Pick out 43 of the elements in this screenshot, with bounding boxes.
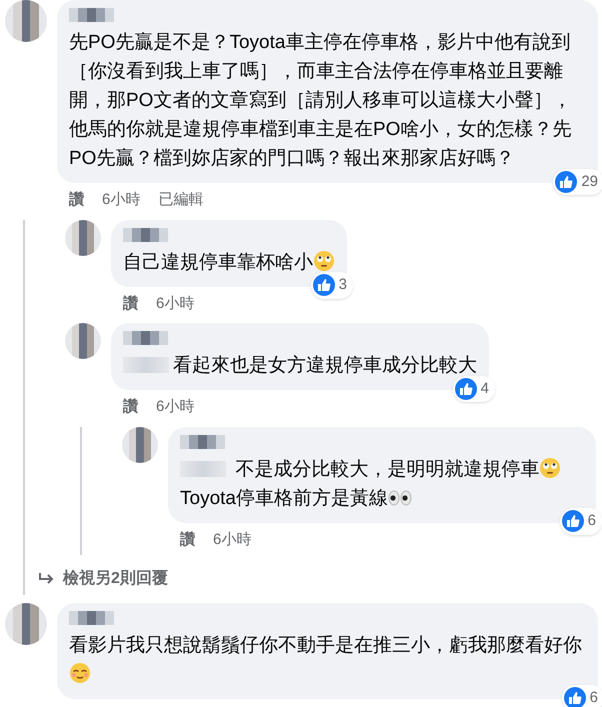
reaction-badge[interactable]: 3 — [310, 272, 353, 298]
thumbs-up-icon — [454, 378, 477, 400]
blurred-name — [123, 331, 168, 345]
reaction-count: 29 — [581, 172, 598, 192]
blurred-name — [69, 611, 114, 625]
timestamp-link[interactable]: 6小時 — [156, 292, 194, 315]
like-link[interactable]: 讚 — [180, 528, 195, 551]
timestamp-link[interactable]: 6小時 — [213, 528, 252, 551]
thumbs-up-icon — [564, 686, 586, 707]
thumbs-up-icon — [555, 170, 578, 193]
like-link[interactable]: 讚 — [123, 396, 138, 418]
reply-arrow-icon — [37, 572, 55, 586]
edited-label: 已編輯 — [158, 190, 204, 210]
blurred-name — [123, 228, 168, 242]
blurred-name — [180, 434, 225, 448]
reaction-count: 6 — [590, 688, 598, 707]
thumbs-up-icon — [312, 274, 335, 296]
blurred-name — [69, 8, 114, 22]
avatar[interactable] — [122, 426, 158, 462]
reaction-badge[interactable]: 29 — [553, 168, 602, 195]
rolling-eyes-emoji-icon — [539, 456, 562, 478]
blurred-mention — [123, 357, 169, 373]
comment-text: 先PO先贏是不是？Toyota車主停在停車格，影片中他有說到［你沒看到我上車了嗎］，而車主合法停在停車格並且要離開，那PO文者的文章寫到［請別人移車可以這樣大小聲］，他馬的你就是違規停車檔到車主是在PO啥小，女的怎樣？先PO先贏？檔到妳店家的門口嗎？報出來那家店好嗎？ — [69, 31, 572, 171]
timestamp-link[interactable]: 6小時 — [156, 396, 194, 418]
like-link[interactable]: 讚 — [123, 292, 138, 315]
avatar[interactable] — [65, 220, 101, 256]
avatar[interactable] — [65, 323, 101, 359]
avatar[interactable] — [5, 603, 47, 645]
reaction-badge[interactable]: 6 — [562, 684, 602, 707]
timestamp-link[interactable]: 6小時 — [102, 189, 140, 212]
thumbs-up-icon — [562, 510, 584, 532]
view-more-replies-link[interactable]: 檢視另2則回覆 — [37, 567, 596, 591]
reaction-count: 4 — [480, 378, 489, 398]
reaction-badge[interactable]: 4 — [452, 376, 495, 402]
reaction-badge[interactable]: 6 — [560, 508, 602, 534]
rolling-eyes-emoji-icon — [313, 250, 335, 272]
avatar[interactable] — [5, 0, 47, 42]
eyes-emoji-icon — [388, 490, 412, 506]
reaction-count: 3 — [338, 275, 347, 295]
relieved-emoji-icon — [69, 662, 91, 684]
reaction-count: 6 — [588, 511, 596, 531]
like-link[interactable]: 讚 — [69, 189, 84, 212]
blurred-mention — [180, 460, 226, 476]
